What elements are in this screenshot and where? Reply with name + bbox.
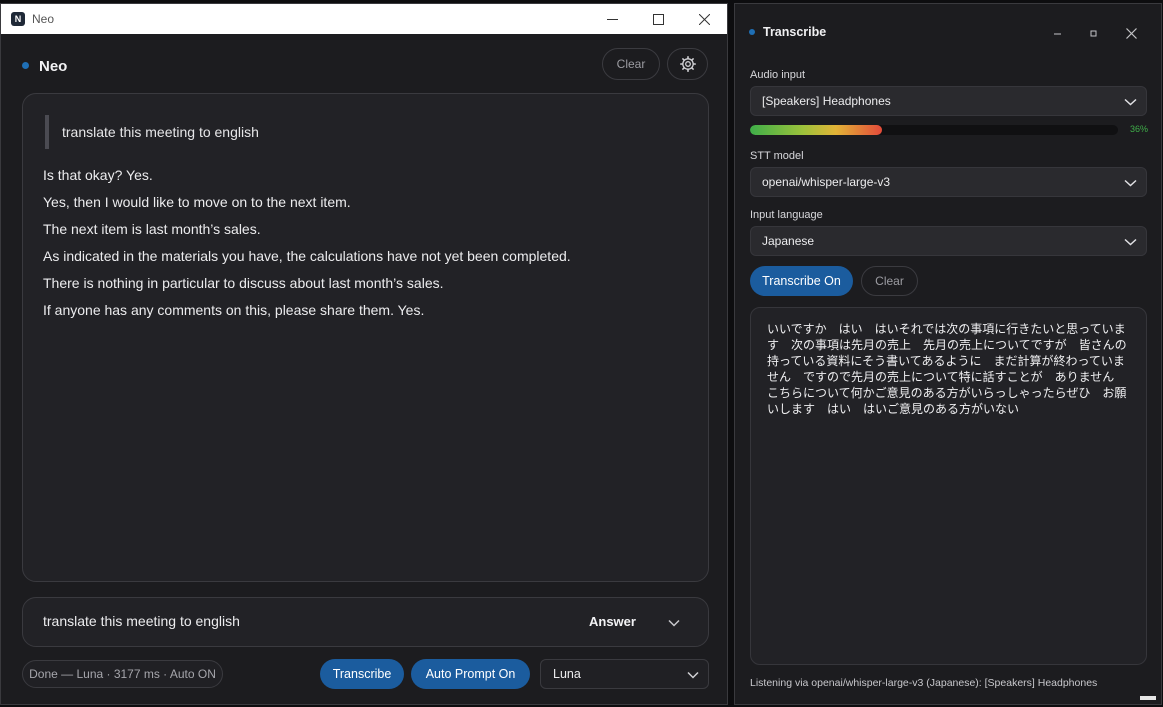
audio-input-label: Audio input xyxy=(750,69,806,81)
stt-model-select[interactable]: openai/whisper-large-v3 xyxy=(750,167,1147,197)
auto-prompt-button[interactable]: Auto Prompt On xyxy=(411,659,530,689)
input-language-value: Japanese xyxy=(762,234,815,248)
audio-input-select[interactable]: [Speakers] Headphones xyxy=(750,86,1147,116)
audio-level-fill xyxy=(750,125,883,135)
input-language-select[interactable]: Japanese xyxy=(750,226,1147,256)
status-dot xyxy=(749,29,755,35)
page-title: Neo xyxy=(39,58,68,75)
chevron-down-icon xyxy=(1124,235,1137,249)
chevron-down-icon xyxy=(687,668,699,682)
transcribe-on-button[interactable]: Transcribe On xyxy=(750,266,853,296)
close-button[interactable] xyxy=(681,4,727,34)
minimize-icon xyxy=(606,18,618,20)
chevron-down-icon xyxy=(1124,95,1137,109)
audio-input-value: [Speakers] Headphones xyxy=(762,94,891,108)
maximize-button[interactable] xyxy=(635,4,681,34)
maximize-icon xyxy=(1090,30,1096,36)
answer-line: The next item is last month’s sales. xyxy=(43,221,261,237)
clear-button[interactable]: Clear xyxy=(602,48,660,80)
status-badge: Done — Luna · 3177 ms · Auto ON xyxy=(22,660,223,688)
clear-button[interactable]: Clear xyxy=(861,266,918,296)
audio-level-percent: 36% xyxy=(1129,124,1148,134)
window-title: Neo xyxy=(32,12,55,26)
transcribe-button[interactable]: Transcribe xyxy=(320,659,404,689)
status-dot xyxy=(22,62,29,69)
chevron-down-icon xyxy=(1124,176,1137,190)
input-language-label: Input language xyxy=(750,209,823,221)
window-title: Transcribe xyxy=(763,25,827,39)
maximize-button[interactable] xyxy=(1083,23,1103,43)
minimize-icon xyxy=(1053,33,1061,34)
prompt-bar: translate this meeting to english Answer xyxy=(22,597,709,647)
stt-model-value: openai/whisper-large-v3 xyxy=(762,175,891,189)
gear-icon xyxy=(679,56,696,72)
settings-button[interactable] xyxy=(667,48,708,80)
neo-header: Neo Clear xyxy=(1,34,727,94)
chevron-down-icon[interactable] xyxy=(668,614,680,632)
prompt-quote: translate this meeting to english xyxy=(45,115,259,149)
transcript-text: いいですか はい はいそれでは次の事項に行きたいと思っています 次の事項は先月の… xyxy=(750,307,1147,665)
answer-text: Is that okay? Yes. Yes, then I would lik… xyxy=(43,165,571,327)
mode-select[interactable]: Answer xyxy=(589,614,636,629)
answer-line: Yes, then I would like to move on to the… xyxy=(43,194,351,210)
close-icon xyxy=(698,13,710,25)
minimize-button[interactable] xyxy=(1047,23,1067,43)
status-text: Listening via openai/whisper-large-v3 (J… xyxy=(750,677,1098,689)
response-panel: translate this meeting to english Is tha… xyxy=(22,93,709,582)
neo-window: N Neo Neo Clear translate this meeting t… xyxy=(0,3,728,705)
resize-grip[interactable] xyxy=(1140,696,1156,700)
maximize-icon xyxy=(652,13,664,25)
minimize-button[interactable] xyxy=(589,4,635,34)
audio-level-meter xyxy=(750,125,1118,135)
close-icon xyxy=(1125,27,1137,39)
answer-line: Is that okay? Yes. xyxy=(43,167,153,183)
answer-line: As indicated in the materials you have, … xyxy=(43,248,571,264)
answer-line: If anyone has any comments on this, plea… xyxy=(43,302,425,318)
close-button[interactable] xyxy=(1121,23,1141,43)
app-icon: N xyxy=(11,12,25,26)
answer-line: There is nothing in particular to discus… xyxy=(43,275,444,291)
transcribe-window: Transcribe Audio input [Speakers] Headph… xyxy=(734,3,1162,705)
model-select-value: Luna xyxy=(553,667,581,681)
model-select[interactable]: Luna xyxy=(540,659,709,689)
neo-titlebar: N Neo xyxy=(1,4,727,34)
stt-model-label: STT model xyxy=(750,150,804,162)
prompt-input[interactable]: translate this meeting to english xyxy=(43,613,240,629)
